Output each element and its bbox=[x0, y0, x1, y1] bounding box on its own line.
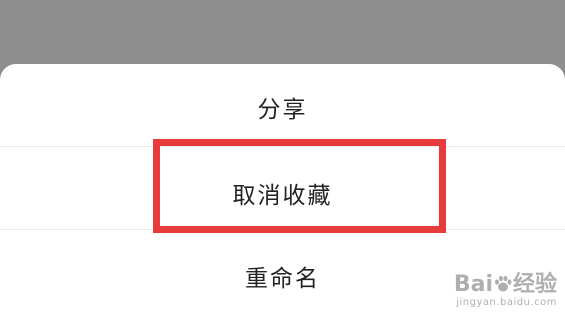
watermark-brand: Bai 经验 bbox=[454, 273, 557, 297]
baidu-jingyan-watermark: Bai 经验 jingyan.baidu.com bbox=[454, 273, 557, 309]
watermark-brand-right: 经验 bbox=[512, 272, 557, 297]
menu-item-share[interactable]: 分享 bbox=[0, 90, 565, 124]
baidu-paw-icon bbox=[494, 275, 512, 292]
watermark-url: jingyan.baidu.com bbox=[456, 297, 557, 308]
watermark-brand-left: Bai bbox=[453, 272, 493, 297]
highlight-annotation-box bbox=[153, 139, 446, 233]
